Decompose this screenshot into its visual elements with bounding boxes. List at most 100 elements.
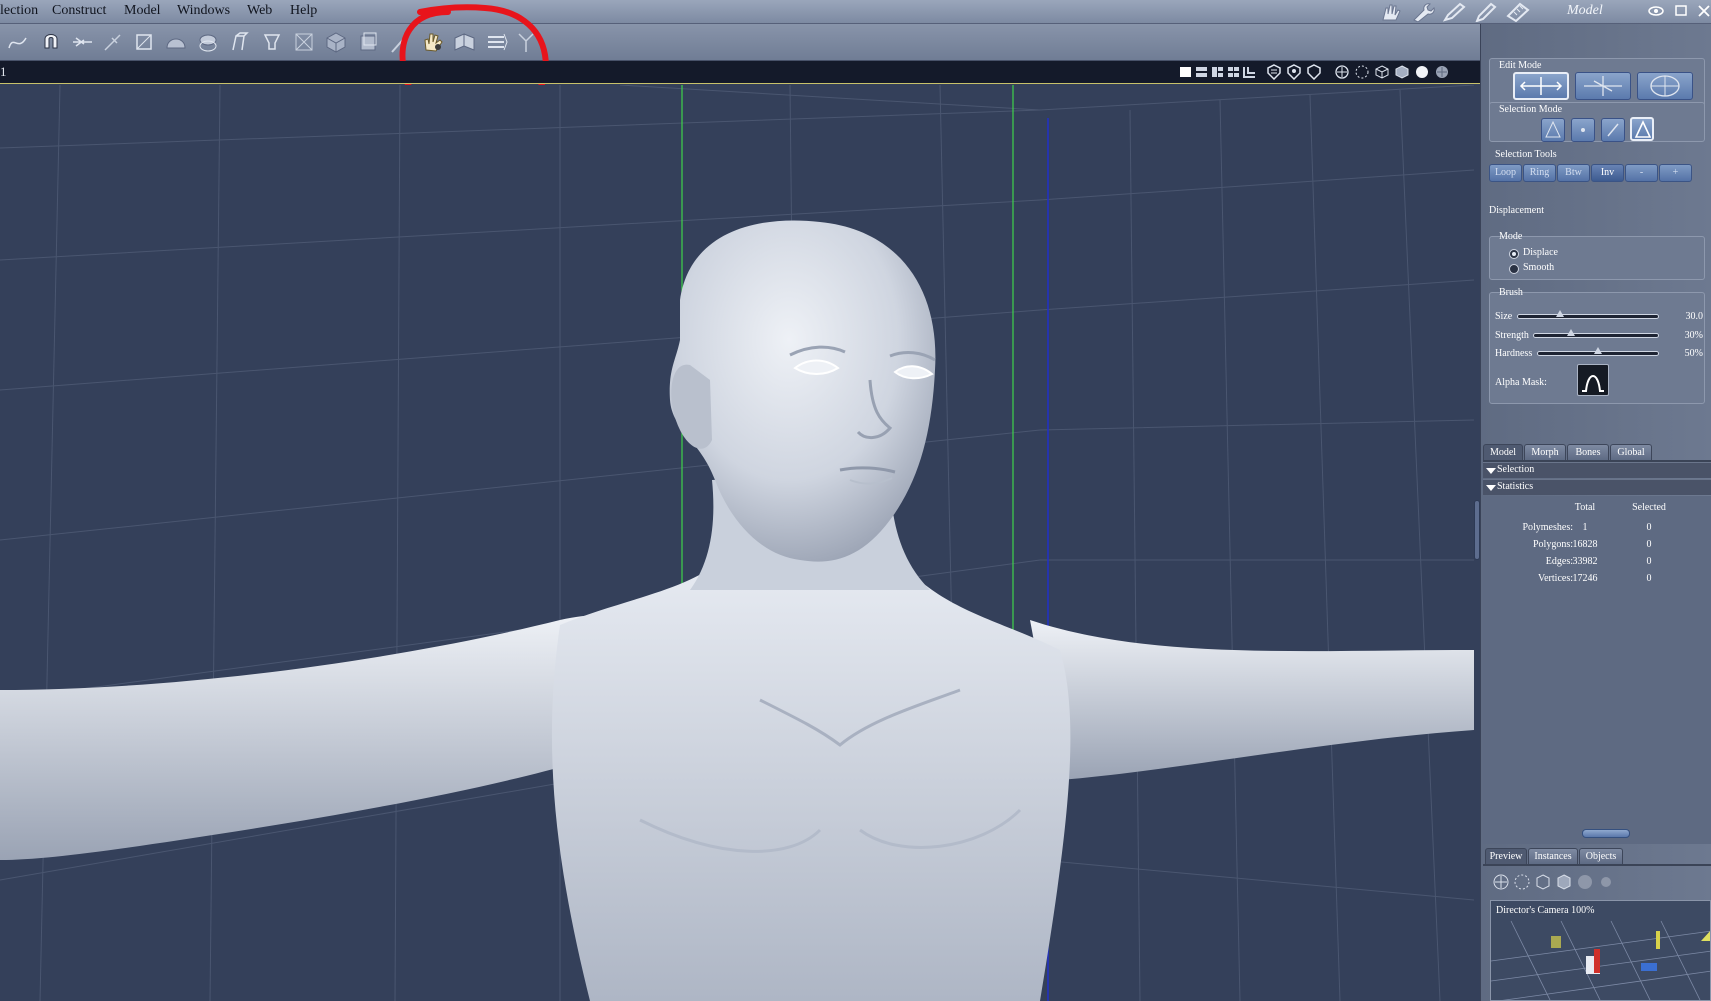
edge-select-icon[interactable] xyxy=(1601,118,1625,142)
sphere-icon xyxy=(1578,875,1592,889)
size-slider[interactable] xyxy=(1517,310,1659,319)
menu-construct[interactable]: Construct xyxy=(52,3,106,19)
between-button[interactable]: Btw xyxy=(1557,164,1590,182)
stat-selected: 0 xyxy=(1646,556,1652,567)
ring-button[interactable]: Ring xyxy=(1523,164,1556,182)
torso xyxy=(551,560,1071,1001)
smooth-shade-icon[interactable] xyxy=(1414,64,1430,80)
wrench-icon[interactable] xyxy=(1410,2,1436,23)
grow-button[interactable]: + xyxy=(1659,164,1692,182)
hand-icon[interactable] xyxy=(1378,2,1404,22)
shield-a-icon[interactable] xyxy=(1266,64,1282,81)
magnet-tool-icon[interactable] xyxy=(38,30,64,56)
wireframe-icon[interactable] xyxy=(1374,64,1390,80)
tab-bones[interactable]: Bones xyxy=(1567,444,1609,460)
close-icon[interactable] xyxy=(1696,3,1711,19)
knife-tool-icon[interactable] xyxy=(70,30,96,56)
extrude-icon[interactable] xyxy=(196,30,222,56)
fold-icon[interactable] xyxy=(452,30,478,56)
stat-label: Polygons: xyxy=(1532,539,1573,550)
shrink-button[interactable]: - xyxy=(1625,164,1658,182)
menu-help[interactable]: Help xyxy=(290,3,317,19)
stats-col-selected: Selected xyxy=(1632,502,1666,513)
tab-preview[interactable]: Preview xyxy=(1485,848,1527,864)
brush-label: Brush xyxy=(1499,287,1523,298)
edit-mode-label: Edit Mode xyxy=(1499,60,1542,71)
transform-box-icon[interactable] xyxy=(132,30,158,56)
selection-section-header[interactable]: Selection xyxy=(1483,462,1711,478)
size-value: 30.0 xyxy=(1685,311,1704,322)
strength-slider[interactable] xyxy=(1533,329,1659,338)
stat-total: 17246 xyxy=(1572,573,1598,584)
texture-shade-icon[interactable] xyxy=(1434,64,1450,80)
menu-windows[interactable]: Windows xyxy=(177,3,230,19)
alpha-mask-swatch[interactable] xyxy=(1577,364,1609,396)
eye-icon[interactable] xyxy=(1648,3,1664,19)
menu-web[interactable]: Web xyxy=(247,3,272,19)
inset-icon[interactable] xyxy=(292,30,318,56)
shield-b-icon[interactable] xyxy=(1286,64,1302,81)
statistics-section-header[interactable]: Statistics xyxy=(1483,479,1711,495)
maximize-icon[interactable] xyxy=(1673,3,1689,19)
menu-bar: lection Construct Model Windows Web Help… xyxy=(0,0,1711,24)
tab-instances[interactable]: Instances xyxy=(1528,848,1578,864)
mode-box xyxy=(1489,236,1705,280)
brush-icon[interactable] xyxy=(1442,2,1468,22)
orbit-icon xyxy=(1493,874,1509,890)
bridge-icon[interactable] xyxy=(228,30,254,56)
dome-icon[interactable] xyxy=(164,30,190,56)
preview-pane[interactable]: Director's Camera 100% xyxy=(1490,900,1711,1001)
four-view-icon[interactable] xyxy=(1226,64,1242,80)
two-view-icon[interactable] xyxy=(1194,64,1210,80)
invert-button[interactable]: Inv xyxy=(1591,164,1624,182)
vertex-select-icon[interactable] xyxy=(1571,118,1595,142)
axis-mode-icon[interactable] xyxy=(1575,72,1631,100)
cube-icon[interactable] xyxy=(324,30,350,56)
sculpt-hand-icon[interactable] xyxy=(420,30,446,56)
strength-slider-knob[interactable] xyxy=(1567,329,1576,336)
tab-global[interactable]: Global xyxy=(1610,444,1652,460)
stat-selected: 0 xyxy=(1646,539,1652,550)
hardness-slider[interactable] xyxy=(1537,347,1659,356)
move-mode-icon[interactable] xyxy=(1513,72,1569,100)
smooth-radio[interactable] xyxy=(1509,264,1519,274)
sphere-mode-icon[interactable] xyxy=(1637,72,1693,100)
hardness-label: Hardness xyxy=(1495,348,1533,359)
stack-icon[interactable] xyxy=(484,30,510,56)
pencil-icon[interactable] xyxy=(1474,2,1500,23)
camera-rotate-icon[interactable] xyxy=(1354,64,1370,80)
layout-icon[interactable] xyxy=(1242,64,1258,80)
shield-c-icon[interactable] xyxy=(1306,64,1322,81)
face-select-icon[interactable] xyxy=(1630,117,1654,141)
loop-button[interactable]: Loop xyxy=(1489,164,1522,182)
size-label: Size xyxy=(1495,311,1513,322)
size-slider-knob[interactable] xyxy=(1556,310,1564,317)
curve-tool-icon[interactable] xyxy=(6,30,32,56)
menu-model[interactable]: Model xyxy=(124,3,161,19)
3d-viewport[interactable] xyxy=(0,85,1474,1001)
displace-radio[interactable] xyxy=(1509,249,1519,259)
tab-objects[interactable]: Objects xyxy=(1579,848,1623,864)
selection-tools-label: Selection Tools xyxy=(1495,149,1557,160)
bevel-icon[interactable] xyxy=(260,30,286,56)
displacement-label: Displacement xyxy=(1489,205,1544,216)
ruler-icon[interactable] xyxy=(1506,2,1532,23)
panel-splitter[interactable] xyxy=(1582,829,1630,838)
camera-orbit-icon[interactable] xyxy=(1334,64,1350,80)
preview-title: Director's Camera 100% xyxy=(1496,905,1595,916)
shell-icon[interactable] xyxy=(356,30,382,56)
brush-tool-icon[interactable] xyxy=(388,30,414,56)
single-view-icon[interactable] xyxy=(1178,64,1194,80)
pin-icon[interactable] xyxy=(514,30,540,56)
tab-morph[interactable]: Morph xyxy=(1524,444,1566,460)
menu-selection[interactable]: lection xyxy=(0,3,38,19)
hardness-slider-knob[interactable] xyxy=(1594,347,1602,354)
three-view-icon[interactable] xyxy=(1210,64,1226,80)
ear xyxy=(671,364,712,449)
flat-shade-icon[interactable] xyxy=(1394,64,1410,80)
tab-model[interactable]: Model xyxy=(1483,444,1523,460)
solid-cube-icon xyxy=(1557,874,1571,890)
weld-tool-icon[interactable] xyxy=(100,30,126,56)
smooth-label: Smooth xyxy=(1523,262,1555,273)
polygon-select-icon[interactable] xyxy=(1541,118,1565,142)
